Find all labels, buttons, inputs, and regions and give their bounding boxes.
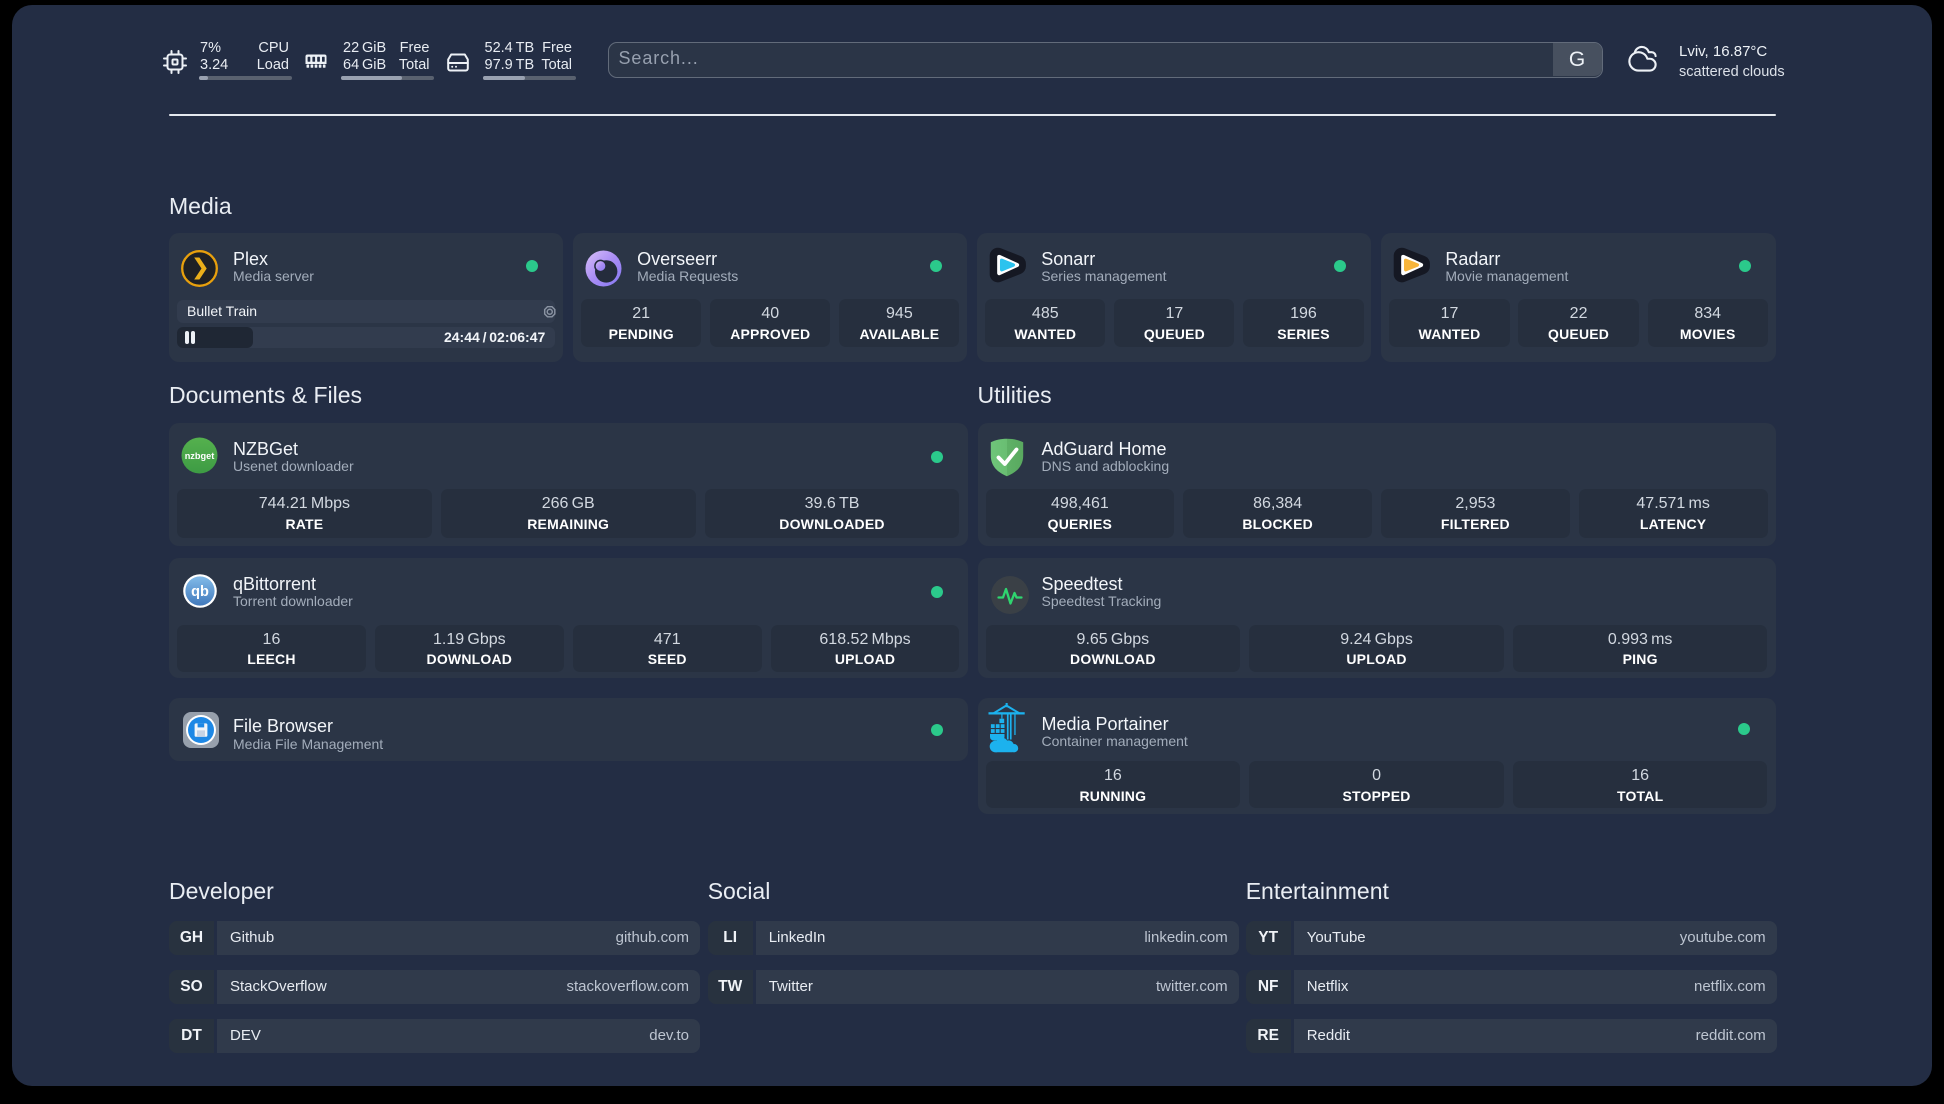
- svg-text:qb: qb: [191, 584, 209, 600]
- svg-text:nzbget: nzbget: [185, 451, 215, 461]
